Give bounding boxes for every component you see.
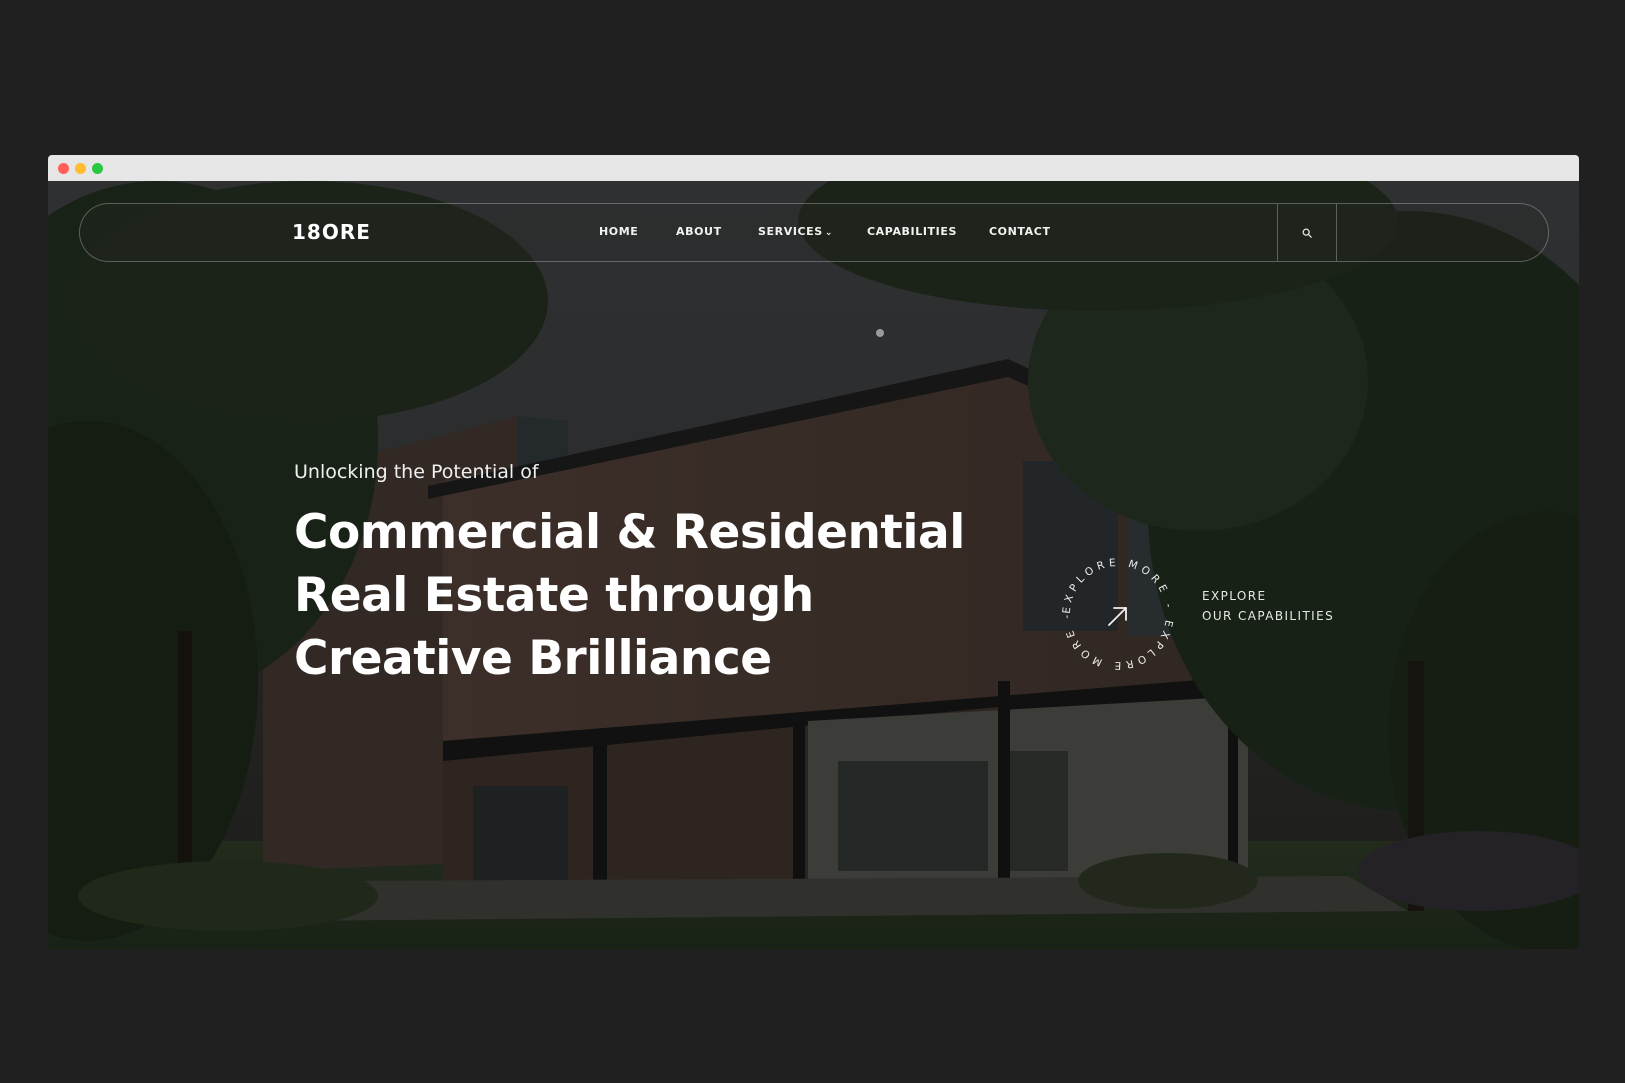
nav-link-about[interactable]: ABOUT <box>676 225 722 238</box>
search-icon <box>1302 228 1312 238</box>
nav-link-capabilities[interactable]: CAPABILITIES <box>867 225 957 238</box>
nav-link-label: HOME <box>599 225 639 238</box>
search-button[interactable] <box>1277 204 1337 261</box>
nav-link-contact[interactable]: CONTACT <box>989 225 1051 238</box>
browser-window: 18ORE HOME ABOUT SERVICES ⌄ CAPABILITIES … <box>48 155 1579 949</box>
headline-line: Commercial & Residential <box>294 505 965 560</box>
nav-link-home[interactable]: HOME <box>599 225 638 238</box>
hero-section: 18ORE HOME ABOUT SERVICES ⌄ CAPABILITIES … <box>48 181 1579 949</box>
chevron-down-icon: ⌄ <box>824 228 833 238</box>
cta-line: EXPLORE <box>1202 589 1267 603</box>
explore-capabilities-link[interactable]: EXPLORE OUR CAPABILITIES <box>1202 586 1334 626</box>
headline-line: Creative Brilliance <box>294 631 772 686</box>
hero-text-block: Unlocking the Potential of Commercial & … <box>294 461 965 690</box>
main-navbar: 18ORE HOME ABOUT SERVICES ⌄ CAPABILITIES … <box>79 203 1549 262</box>
minimize-window-button[interactable] <box>75 162 86 174</box>
nav-link-label: CONTACT <box>989 225 1051 238</box>
badge-ring-text: EXPLORE MORE - EXPLORE MORE - <box>1061 557 1175 671</box>
nav-link-label: SERVICES <box>758 225 823 238</box>
headline-line: Real Estate through <box>294 568 814 623</box>
window-titlebar <box>48 155 1579 181</box>
close-window-button[interactable] <box>58 162 69 174</box>
explore-more-badge[interactable]: EXPLORE MORE - EXPLORE MORE - <box>1053 549 1183 679</box>
nav-link-label: ABOUT <box>676 225 722 238</box>
arrow-up-right-icon <box>1108 607 1127 626</box>
nav-link-label: CAPABILITIES <box>867 225 957 238</box>
slider-indicator-dot[interactable] <box>876 329 884 337</box>
hero-headline: Commercial & Residential Real Estate thr… <box>294 501 965 690</box>
nav-link-services[interactable]: SERVICES ⌄ <box>758 225 833 238</box>
cta-line: OUR CAPABILITIES <box>1202 609 1335 623</box>
maximize-window-button[interactable] <box>92 162 103 174</box>
hero-eyebrow: Unlocking the Potential of <box>294 461 539 483</box>
